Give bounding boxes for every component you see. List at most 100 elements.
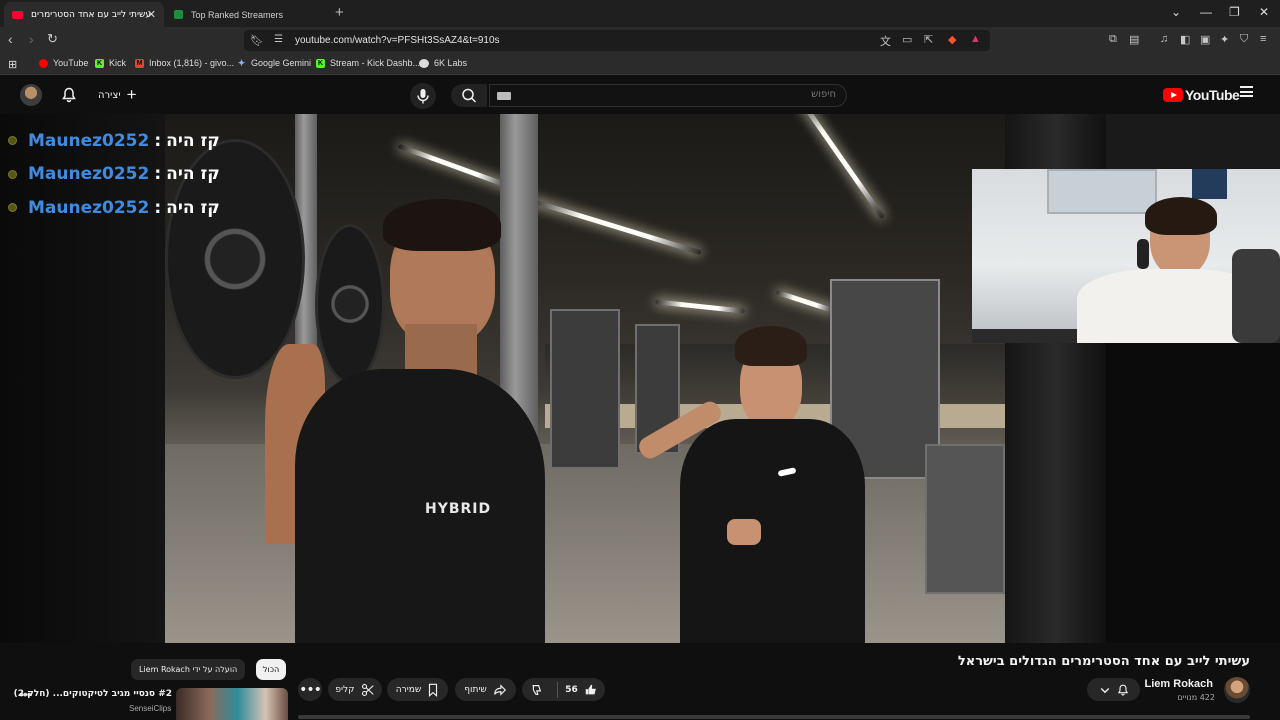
cable-machine	[550, 309, 620, 469]
reload-button[interactable]: ↻	[47, 31, 58, 47]
scroll-indicator	[298, 715, 1250, 719]
tab-youtube-video[interactable]: עשיתי לייב עם אחד הסטרימרים ✕	[4, 2, 164, 27]
bookmark-label: 6K Labs	[434, 58, 468, 68]
share-button[interactable]: שיתוף	[455, 678, 516, 701]
apps-grid-icon[interactable]: ⊞	[8, 58, 17, 71]
more-actions-button[interactable]: •••	[298, 678, 322, 701]
video-player[interactable]: HYBRID Maunez0252 : קז היה Maunez0252: …	[0, 114, 1280, 643]
tab-search-chevron-icon[interactable]: ⌄	[1171, 5, 1181, 19]
bookmarks-bar: ⊞ YouTube K Kick M Inbox (1,816) - givo...…	[0, 53, 1280, 75]
recommendation-title-text: סנסיי מגיב לטיקטוקים... (חלק 2)	[13, 689, 156, 699]
recommendation-channel[interactable]: SenseiClips	[129, 704, 171, 713]
window	[1047, 169, 1157, 214]
close-window-button[interactable]: ✕	[1259, 5, 1269, 19]
video-title: עשיתי לייב עם אחד הסטרימרים הגדולים בישר…	[957, 654, 1250, 669]
black-tank-top	[295, 369, 545, 643]
reading-list-icon[interactable]: ▤	[1129, 33, 1139, 46]
restore-button[interactable]: ❐	[1229, 5, 1240, 19]
translate-icon[interactable]: 文	[880, 33, 891, 49]
share-page-icon[interactable]: ⇱	[924, 33, 933, 46]
channel-name[interactable]: Liem Rokach	[1145, 678, 1213, 690]
account-avatar[interactable]	[20, 84, 42, 106]
chip-label: הועלה על ידי Liem Rokach	[139, 665, 238, 674]
bookmark-label: Inbox (1,816) - givo...	[149, 58, 235, 68]
address-bar[interactable]: 🔖︎ ☰ youtube.com/watch?v=PFSHt3SsAZ4&t=9…	[244, 30, 990, 51]
tab-title: עשיתי לייב עם אחד הסטרימרים	[31, 9, 151, 20]
browser-menu-icon[interactable]: ≡	[1260, 33, 1266, 45]
like-icon[interactable]	[584, 683, 598, 697]
video-frame: HYBRID	[165, 114, 1106, 643]
plus-icon: +	[126, 85, 137, 104]
bookmark-gmail[interactable]: M Inbox (1,816) - givo...	[135, 58, 234, 68]
bookmark-kick-dashboard[interactable]: K Stream - Kick Dashb...	[316, 58, 420, 68]
bookmark-kick[interactable]: K Kick	[95, 58, 126, 68]
gemini-icon: ✦	[237, 57, 246, 68]
sidebar-icon[interactable]: ◧	[1180, 33, 1190, 46]
sheets-favicon-icon	[174, 10, 183, 19]
tab-top-ranked-streamers[interactable]: Top Ranked Streamers	[166, 2, 331, 27]
bookmark-icon[interactable]: 🔖︎	[250, 34, 264, 47]
chat-message: Maunez0252 : קז היה	[8, 124, 220, 158]
brave-rewards-icon[interactable]: ▲	[970, 33, 981, 45]
chat-message: Maunez0252 : קז היה	[8, 158, 220, 192]
bookmark-6k-labs[interactable]: 6K Labs	[419, 58, 467, 68]
6k-labs-icon	[419, 58, 429, 68]
guide-menu-icon[interactable]	[1240, 86, 1253, 97]
microphone-icon	[417, 89, 429, 104]
clip-button[interactable]: קליפ	[328, 678, 382, 701]
notifications-bell-icon[interactable]	[61, 87, 77, 108]
filter-chip-uploaded-by[interactable]: הועלה על ידי Liem Rokach	[131, 659, 246, 680]
video-letterbox-right-top	[1106, 114, 1280, 169]
ceiling-light	[654, 299, 746, 314]
recommendation-rank: #2	[158, 689, 172, 699]
keyboard-icon[interactable]	[497, 92, 511, 100]
logo-text: YouTube	[1185, 87, 1240, 103]
media-icon[interactable]: ♫	[1160, 33, 1168, 45]
youtube-logo[interactable]: YouTube	[1163, 87, 1240, 103]
scissors-icon	[361, 683, 374, 696]
channel-avatar[interactable]	[1224, 677, 1250, 703]
youtube-header: יצירה + YouTube	[0, 76, 1280, 114]
brave-shields-icon[interactable]: ◆	[948, 33, 956, 46]
dislike-icon[interactable]	[529, 683, 543, 697]
forward-button[interactable]: ›	[29, 31, 34, 47]
stream-chat-overlay: Maunez0252 : קז היה Maunez0252 : קז היה …	[8, 124, 220, 225]
search-button[interactable]	[451, 84, 487, 107]
hair	[735, 326, 807, 366]
vpn-shield-icon[interactable]: ⛉	[1240, 33, 1248, 46]
bookmark-label: Google Gemini	[251, 58, 312, 68]
close-tab-icon[interactable]: ✕	[147, 8, 156, 21]
back-button[interactable]: ‹	[8, 31, 13, 47]
new-tab-button[interactable]: +	[335, 4, 344, 21]
recommendation-title[interactable]: #2 סנסיי מגיב לטיקטוקים... (חלק 2)	[14, 689, 172, 699]
leo-ai-icon[interactable]: ✦	[1220, 33, 1229, 46]
wall-poster	[1192, 169, 1227, 199]
bookmark-gemini[interactable]: ✦ Google Gemini	[237, 58, 311, 68]
search-field[interactable]	[489, 84, 847, 107]
wallet-icon[interactable]: ▣	[1200, 33, 1210, 46]
chat-username: Maunez0252	[28, 130, 150, 151]
chat-message: Maunez0252 : קז היה	[8, 191, 220, 225]
filter-chip-all[interactable]: הכול	[256, 659, 287, 680]
extensions-icon[interactable]: ⧉	[1109, 33, 1117, 46]
search-input[interactable]	[636, 89, 836, 100]
url-text: youtube.com/watch?v=PFSHt3SsAZ4&t=910s	[295, 35, 500, 46]
chip-label: הכול	[263, 665, 280, 674]
chevron-down-icon	[1100, 687, 1109, 693]
save-button[interactable]: שמירה	[387, 678, 448, 701]
site-settings-icon[interactable]: ☰	[274, 34, 283, 45]
youtube-favicon-icon	[12, 10, 23, 19]
bookmark-youtube[interactable]: YouTube	[39, 58, 88, 68]
recommendation-thumbnail[interactable]	[176, 688, 288, 720]
chat-badge-icon	[8, 169, 17, 179]
tab-title: Top Ranked Streamers	[191, 9, 284, 20]
picture-in-picture-icon[interactable]: ▭	[902, 33, 912, 46]
ceiling-light	[528, 197, 702, 256]
bench-machine	[925, 444, 1005, 594]
kick-icon: K	[316, 58, 325, 68]
create-button[interactable]: יצירה +	[92, 84, 143, 106]
minimize-button[interactable]: —	[1200, 5, 1212, 19]
subscribed-button[interactable]	[1087, 678, 1140, 701]
more-horizontal-icon: •••	[299, 681, 322, 698]
voice-search-button[interactable]	[410, 83, 436, 109]
